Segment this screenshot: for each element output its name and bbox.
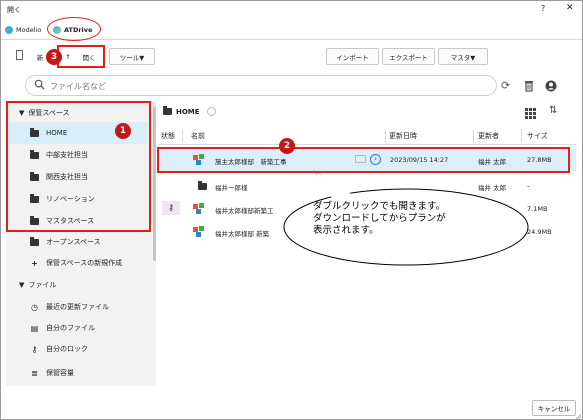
open-button-highlight <box>57 45 105 68</box>
step-badge: 2 <box>279 138 295 154</box>
callout-text: ダブルクリックでも開きます。 ダウンロードしてからプランが 表示されます。 <box>313 201 513 237</box>
step-badge: 1 <box>115 123 131 139</box>
callout-line: 表示されます。 <box>313 225 379 236</box>
callout-line: ダウンロードしてからプランが <box>313 213 446 224</box>
open-dialog: 開く ? ✕ Modelio ATDrive 新 ↑ 開く ツール▼ インポート… <box>0 0 583 420</box>
atdrive-tab-highlight <box>47 17 101 41</box>
callout-line: ダブルクリックでも開きます。 <box>313 201 446 212</box>
storage-space-highlight <box>6 101 151 232</box>
step-badge: 3 <box>46 49 62 65</box>
file-row-highlight <box>157 147 570 173</box>
